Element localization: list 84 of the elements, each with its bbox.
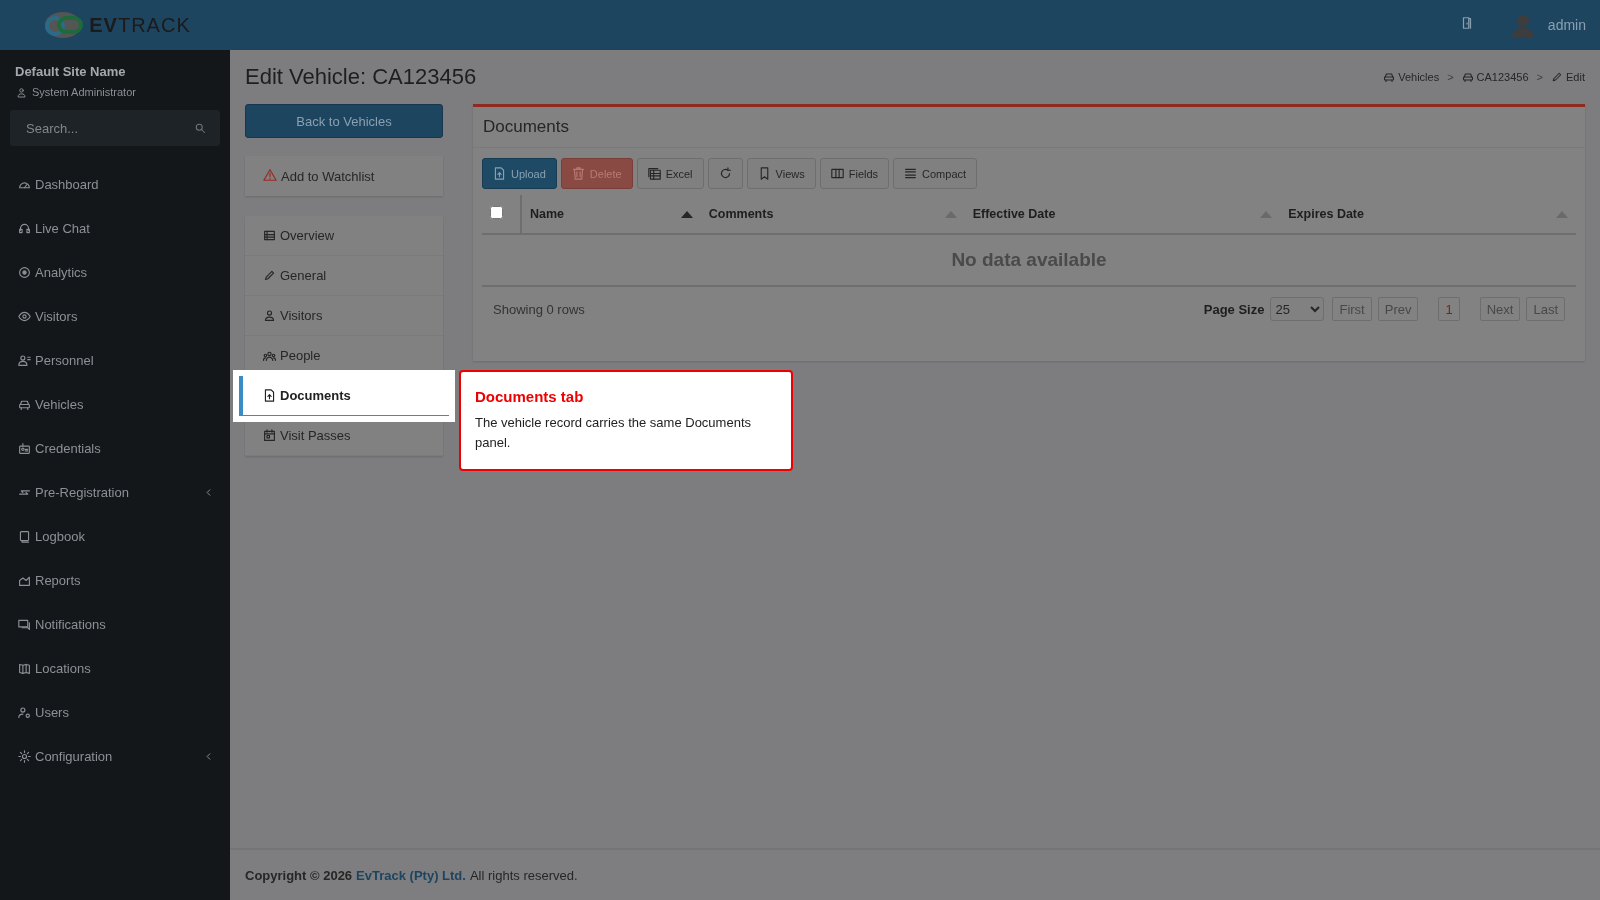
person-icon	[263, 309, 276, 322]
lines-icon	[904, 167, 918, 180]
fields-button[interactable]: Fields	[819, 158, 890, 189]
page-size-label: Page Size	[1203, 301, 1265, 317]
callout-text: The vehicle record carries the same Documents panel.	[475, 414, 752, 453]
page-number-button[interactable]: 1	[1438, 297, 1460, 321]
views-button[interactable]: Views	[746, 158, 816, 189]
company-link[interactable]: EvTrack (Pty) Ltd.	[356, 867, 466, 883]
car-icon	[1461, 71, 1474, 83]
file-upload-icon	[493, 167, 506, 180]
column-header[interactable]: Comments	[700, 195, 965, 234]
tab[interactable]: General	[245, 256, 443, 296]
site-name: Default Site Name	[15, 64, 127, 79]
sidebar-item[interactable]: Pre-Registration	[10, 470, 220, 514]
calendar-icon	[263, 429, 276, 442]
tab[interactable]: Visitors	[245, 296, 443, 336]
breadcrumb-separator: >	[1536, 71, 1544, 83]
sidebar-item[interactable]: Users	[10, 690, 220, 734]
panel-title: Documents	[473, 107, 1585, 148]
headset-icon	[18, 221, 31, 235]
watchlist-button[interactable]: Add to Watchlist	[245, 156, 443, 196]
id-card-icon	[18, 441, 31, 455]
search-icon	[194, 122, 206, 134]
sidebar-item[interactable]: Analytics	[10, 250, 220, 294]
callout-title: Documents tab	[475, 388, 585, 405]
rights-text: All rights reserved.	[469, 867, 578, 883]
column-header[interactable]: Effective Date	[964, 195, 1281, 234]
sidebar-item[interactable]: Logbook	[10, 514, 220, 558]
row-count: Showing 0 rows	[493, 301, 585, 317]
breadcrumb-link[interactable]: CA123456	[1476, 71, 1529, 83]
user-role: System Administrator	[32, 86, 136, 98]
search-field[interactable]: Search...	[10, 110, 220, 146]
tab[interactable]: Overview	[245, 216, 443, 256]
car-icon	[1383, 71, 1396, 83]
trash-icon	[571, 167, 585, 180]
column-header[interactable]: Name	[521, 195, 701, 234]
map-icon	[18, 661, 31, 675]
columns-icon	[830, 167, 844, 180]
sidebar-item[interactable]: Notifications	[10, 602, 220, 646]
sidebar-item[interactable]: Vehicles	[10, 382, 220, 426]
column-header[interactable]: Expires Date	[1280, 195, 1576, 234]
pencil-icon	[1551, 71, 1564, 83]
file-upload-icon	[263, 389, 276, 402]
empty-message: No data available	[482, 234, 1576, 286]
pencil-icon	[263, 269, 276, 282]
sidebar-item[interactable]: Credentials	[10, 426, 220, 470]
chat-icon	[18, 617, 31, 631]
upload-button[interactable]: Upload	[482, 158, 557, 189]
book-icon	[18, 529, 31, 543]
table-icon	[263, 229, 276, 242]
person-icon	[16, 86, 27, 98]
copyright-text: Copyright © 2026	[245, 867, 353, 883]
target-icon	[18, 265, 31, 279]
warning-icon	[263, 167, 277, 182]
breadcrumb-link[interactable]: Edit	[1566, 71, 1585, 83]
sidebar-item[interactable]: Dashboard	[10, 162, 220, 206]
users-gear-icon	[18, 705, 31, 719]
avatar-icon[interactable]	[1509, 12, 1536, 38]
page-title: Edit Vehicle: CA123456	[245, 64, 477, 90]
refresh-button[interactable]	[707, 158, 743, 189]
gear-icon	[18, 749, 31, 763]
compact-button[interactable]: Compact	[893, 158, 978, 189]
sidebar-item[interactable]: Locations	[10, 646, 220, 690]
sidebar-item[interactable]: Reports	[10, 558, 220, 602]
excel-button[interactable]: Excel	[636, 158, 704, 189]
sort-arrow-icon[interactable]	[680, 210, 693, 218]
sidebar-item[interactable]: Configuration	[10, 734, 220, 778]
person-icon	[18, 353, 31, 367]
search-input[interactable]: Search...	[24, 109, 194, 147]
page-size-select[interactable]: 25	[1270, 297, 1325, 321]
table-icon	[647, 167, 661, 180]
sidebar-item[interactable]: Visitors	[10, 294, 220, 338]
sidebar-item[interactable]: Personnel	[10, 338, 220, 382]
tab[interactable]: Visit Passes	[245, 416, 443, 456]
select-all-checkbox[interactable]	[490, 206, 503, 219]
eye-icon	[18, 309, 31, 323]
user-name[interactable]: admin	[1547, 17, 1586, 33]
logo-text: EVTRACK	[89, 13, 191, 37]
sidebar-item[interactable]: Live Chat	[10, 206, 220, 250]
breadcrumb-link[interactable]: Vehicles	[1398, 71, 1440, 83]
back-button[interactable]: Back to Vehicles	[245, 104, 443, 138]
breadcrumb-separator: >	[1447, 71, 1454, 83]
refresh-icon	[718, 167, 732, 180]
people-icon	[263, 349, 276, 362]
